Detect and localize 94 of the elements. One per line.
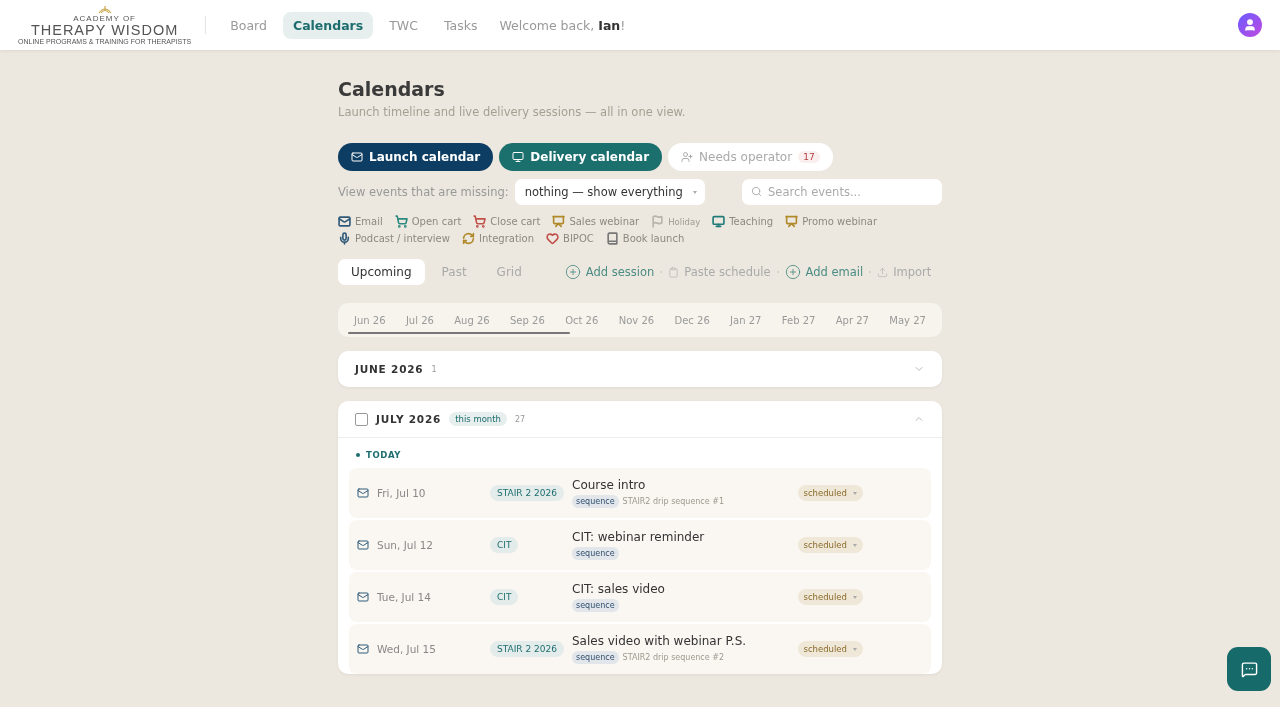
clipboard-icon (668, 266, 680, 278)
mail-icon (357, 487, 369, 499)
legend-item: Teaching (712, 215, 774, 228)
event-date: Tue, Jul 14 (377, 591, 432, 603)
filter-label: View events that are missing: (338, 185, 509, 199)
search-field[interactable]: Search events... (742, 179, 942, 205)
today-dot (356, 453, 360, 457)
action-button[interactable]: Paste schedule (668, 265, 771, 279)
event-count: 1 (431, 364, 437, 374)
legend-item: Integration (461, 232, 535, 245)
event-row[interactable]: Tue, Jul 14 CIT CIT: sales video sequence scheduled (349, 572, 931, 622)
event-row[interactable]: Sun, Jul 12 CIT CIT: webinar reminder sequence scheduled (349, 520, 931, 570)
legend-item: Open cart (394, 215, 462, 228)
legend-item: Promo webinar (785, 215, 878, 228)
month-link[interactable]: Sep 26 (504, 314, 551, 326)
event-date: Sun, Jul 12 (377, 539, 435, 551)
action-button[interactable]: Import (877, 265, 932, 279)
legend-item: Book launch (605, 232, 685, 245)
calendar-button[interactable]: Launch calendar (338, 143, 494, 171)
checkbox[interactable] (355, 412, 368, 426)
mail-icon (357, 591, 369, 603)
event-title: Sales video with webinar P.S. (572, 634, 748, 648)
monitor-icon (512, 151, 525, 163)
calendar-button[interactable]: Needs operator 17 (668, 143, 833, 171)
legend-item: Podcast / interview (338, 232, 450, 245)
month-link[interactable]: Jul 26 (399, 314, 440, 326)
event-row[interactable]: Fri, Jul 10 STAIR 2 2026 Course intro sequence STAIR2 drip sequence #1 scheduled (349, 468, 931, 518)
view-tab[interactable]: Past (428, 259, 480, 285)
month-title: JUNE 2026 (355, 363, 424, 375)
program-tag: CIT (490, 589, 519, 605)
count-badge: 17 (798, 151, 820, 163)
event-note: STAIR2 drip sequence #2 (622, 653, 725, 662)
plus-icon (784, 264, 801, 280)
month-link[interactable]: Jan 27 (724, 314, 768, 326)
view-tab[interactable]: Upcoming (338, 259, 425, 285)
mail-icon (351, 151, 363, 163)
group-label: TODAY (366, 450, 401, 460)
month-link[interactable]: Nov 26 (612, 314, 661, 326)
event-date: Fri, Jul 10 (377, 487, 427, 499)
page-subtitle: Launch timeline and live delivery sessions — all in one view. (338, 105, 687, 119)
month-link[interactable]: Dec 26 (668, 314, 716, 326)
status-dropdown[interactable]: scheduled (797, 641, 863, 657)
event-row[interactable]: Wed, Jul 15 STAIR 2 2026 Sales video with webinar P.S. sequence STAIR2 drip sequence #2 scheduled (349, 624, 931, 674)
type-tag: sequence (572, 495, 619, 508)
month-link[interactable]: Oct 26 (559, 314, 605, 326)
month-link[interactable]: Feb 27 (775, 314, 822, 326)
type-tag: sequence (572, 547, 619, 560)
type-tag: sequence (572, 651, 619, 664)
month-badge: this month (449, 412, 507, 426)
event-title: CIT: webinar reminder (572, 530, 706, 544)
status-dropdown[interactable]: scheduled (797, 485, 863, 501)
legend-item: Email (338, 215, 383, 228)
filter-select[interactable]: nothing — show everything (514, 179, 705, 205)
legend-item: Close cart (473, 215, 541, 228)
mail-icon (357, 643, 369, 655)
month-link[interactable]: Aug 26 (448, 314, 496, 326)
month-link[interactable]: Apr 27 (829, 314, 875, 326)
action-button[interactable]: Add email (784, 264, 864, 280)
month-link[interactable]: Jun 26 (348, 314, 392, 326)
status-dropdown[interactable]: scheduled (797, 589, 863, 605)
event-title: CIT: sales video (572, 582, 666, 596)
calendar-button[interactable]: Delivery calendar (499, 143, 663, 171)
legend-item: Holiday (651, 215, 701, 228)
month-link[interactable]: May 27 (883, 314, 932, 326)
nav-tab[interactable]: Tasks (433, 11, 488, 39)
chat-button[interactable] (1227, 647, 1271, 691)
scroll-thumb[interactable] (348, 332, 570, 334)
view-tab[interactable]: Grid (483, 259, 535, 285)
nav-tab[interactable]: Board (220, 11, 277, 39)
upload-icon (877, 266, 889, 278)
avatar[interactable] (1238, 13, 1262, 37)
legend-item: Sales webinar (552, 215, 640, 228)
event-date: Wed, Jul 15 (377, 643, 437, 655)
welcome-text: Welcome back, Ian! (499, 17, 626, 33)
logo-icon (97, 5, 112, 14)
event-count: 27 (515, 414, 526, 424)
program-tag: STAIR 2 2026 (490, 485, 564, 501)
month-title: JULY 2026 (376, 413, 442, 425)
chat-icon (1240, 660, 1258, 678)
mail-icon (357, 539, 369, 551)
type-tag: sequence (572, 599, 619, 612)
event-note: STAIR2 drip sequence #1 (622, 497, 725, 506)
event-title: Course intro (572, 478, 647, 492)
nav-tab[interactable]: TWC (379, 11, 428, 39)
action-button[interactable]: Add session (564, 264, 655, 280)
plus-icon (564, 264, 581, 280)
search-icon (751, 186, 762, 197)
program-tag: CIT (490, 537, 519, 553)
nav-tab[interactable]: Calendars (282, 11, 374, 39)
legend-item: BIPOC (546, 232, 594, 245)
user-plus-icon (681, 151, 694, 163)
program-tag: STAIR 2 2026 (490, 641, 564, 657)
page-title: Calendars (338, 78, 446, 100)
status-dropdown[interactable]: scheduled (797, 537, 863, 553)
